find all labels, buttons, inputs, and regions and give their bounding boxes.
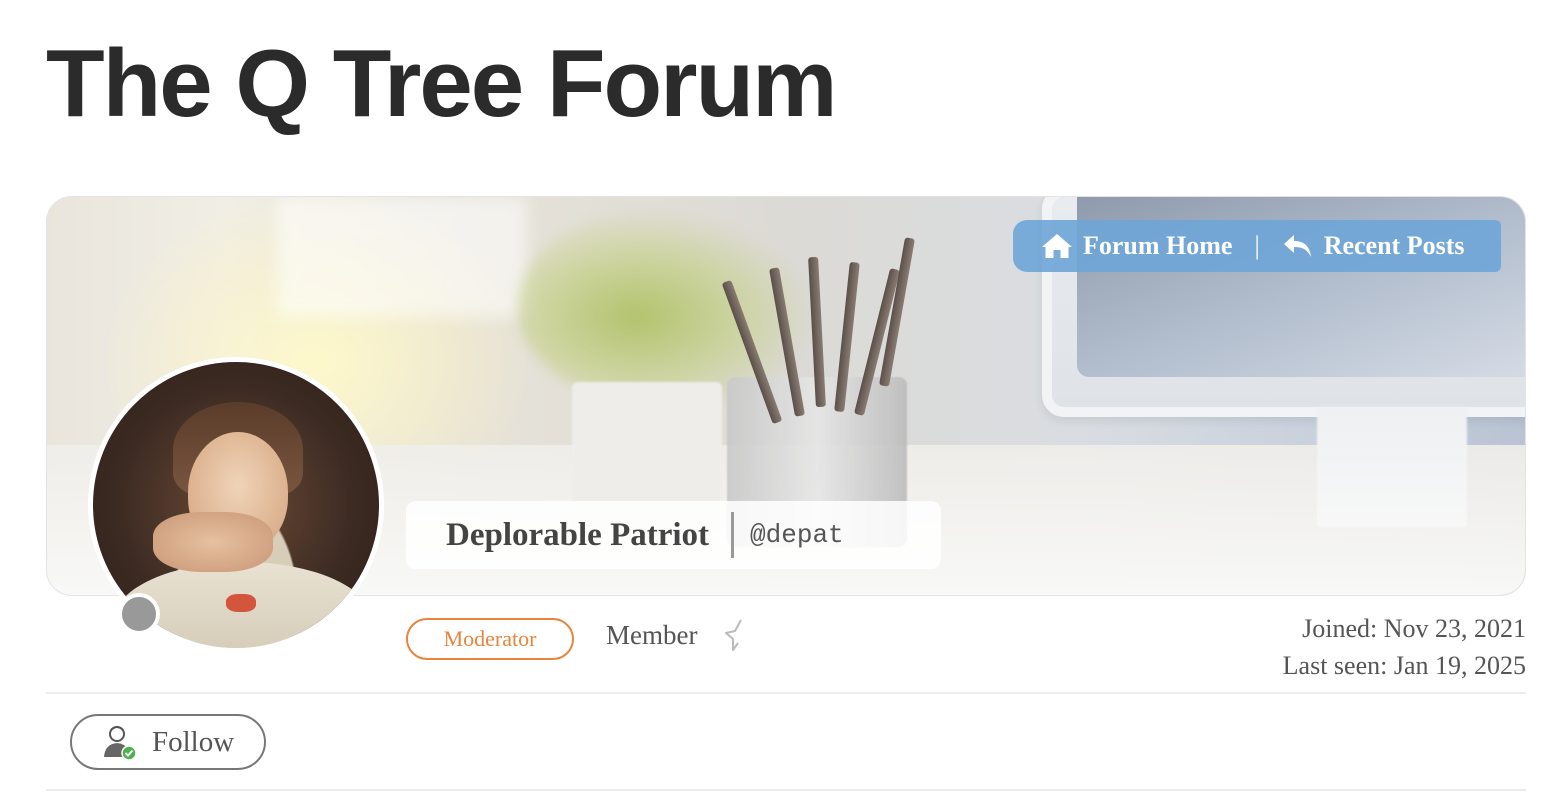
name-divider: [731, 512, 735, 558]
name-card: Deplorable Patriot @depat: [406, 501, 941, 569]
recent-posts-link[interactable]: Recent Posts: [1282, 231, 1465, 261]
forum-home-label: Forum Home: [1083, 231, 1233, 260]
follow-label: Follow: [152, 725, 235, 758]
profile-meta: Joined: Nov 23, 2021 Last seen: Jan 19, …: [1283, 610, 1526, 684]
user-check-icon: [104, 726, 137, 761]
joined-date: Joined: Nov 23, 2021: [1302, 614, 1526, 643]
user-handle: @depat: [750, 520, 844, 550]
star-outline-icon: [725, 619, 742, 651]
profile-nav: Forum Home | Recent Posts: [1013, 220, 1501, 272]
reply-icon: [1283, 235, 1311, 257]
divider-line: [46, 789, 1526, 791]
site-title: The Q Tree Forum: [46, 30, 837, 137]
member-rank-label: Member: [606, 620, 698, 650]
follow-button[interactable]: Follow: [70, 714, 266, 770]
nav-separator: |: [1254, 231, 1260, 260]
moderator-badge: Moderator: [406, 618, 574, 660]
last-seen-date: Last seen: Jan 19, 2025: [1282, 651, 1526, 680]
forum-home-link[interactable]: Forum Home: [1041, 231, 1232, 261]
divider-line: [46, 692, 1526, 694]
recent-posts-label: Recent Posts: [1323, 231, 1465, 260]
display-name: Deplorable Patriot: [446, 516, 710, 553]
online-status-indicator: [118, 593, 160, 635]
home-icon: [1042, 234, 1072, 258]
